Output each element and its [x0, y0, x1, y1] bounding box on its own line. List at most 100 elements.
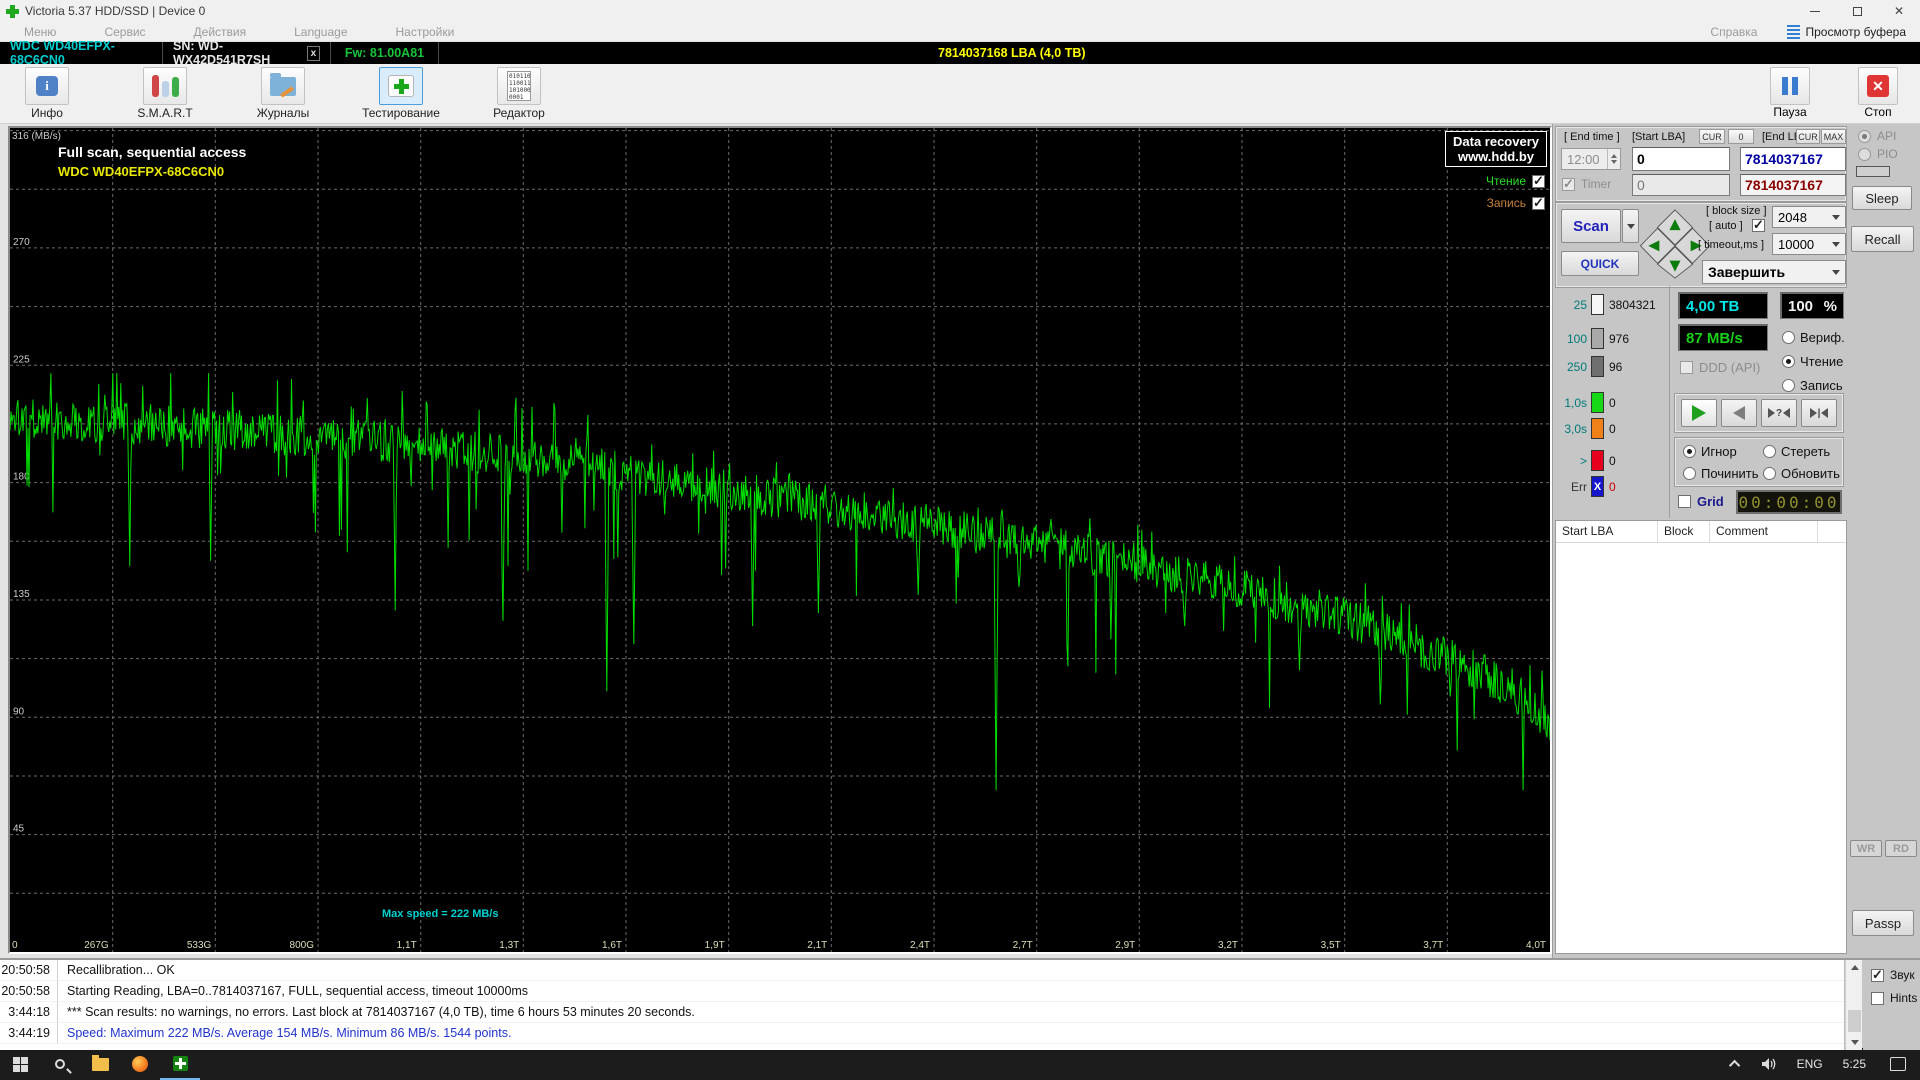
pause-button[interactable]: Пауза — [1762, 64, 1818, 124]
buffer-view-button[interactable]: Просмотр буфера — [1787, 25, 1920, 39]
scan-dropdown-button[interactable] — [1622, 209, 1639, 243]
toolbar-testing-button[interactable]: Тестирование — [362, 64, 440, 120]
wr-button[interactable]: WR — [1850, 840, 1882, 857]
seek-error-button[interactable]: ? — [1761, 399, 1797, 427]
maximize-button[interactable] — [1836, 0, 1878, 22]
auto-checkbox[interactable] — [1752, 219, 1765, 232]
api-option[interactable]: API — [1858, 129, 1896, 143]
scroll-up-icon[interactable] — [1846, 960, 1863, 975]
timer-checkbox[interactable] — [1562, 178, 1575, 191]
taskbar-search-button[interactable] — [40, 1048, 80, 1080]
start-lba-input[interactable]: 0 — [1632, 147, 1730, 171]
end-max-button[interactable]: MAX — [1821, 129, 1846, 144]
device-serial: SN: WD-WX42D541R7SH — [173, 39, 299, 67]
end-lba-input2[interactable]: 7814037167 — [1740, 174, 1846, 196]
pio-radio[interactable] — [1858, 148, 1871, 161]
toolbar-smart-button[interactable]: S.M.A.R.T — [126, 64, 204, 120]
hints-checkbox[interactable] — [1871, 992, 1884, 1005]
tray-expand-button[interactable] — [1719, 1048, 1753, 1080]
seek-end-button[interactable]: | — [1801, 399, 1837, 427]
taskbar-firefox-button[interactable] — [120, 1048, 160, 1080]
back-button[interactable] — [1721, 399, 1757, 427]
volume-button[interactable] — [1753, 1048, 1787, 1080]
col-block[interactable]: Block — [1658, 521, 1710, 542]
toolbar-journals-button[interactable]: Журналы — [244, 64, 322, 120]
capacity-lcd: 4,00 TB — [1678, 292, 1768, 319]
log-area[interactable]: 20:50:58 Recallibration... OK 20:50:58 S… — [0, 960, 1845, 1050]
erase-option[interactable]: Стереть — [1763, 444, 1830, 459]
scroll-down-icon[interactable] — [1846, 1035, 1863, 1050]
menu-item-language[interactable]: Language — [270, 25, 371, 39]
repair-radio[interactable] — [1683, 467, 1696, 480]
end-cur-button[interactable]: CUR — [1796, 129, 1820, 144]
spinner-arrows-icon[interactable] — [1607, 149, 1620, 169]
col-comment[interactable]: Comment — [1710, 521, 1818, 542]
close-button[interactable]: ✕ — [1878, 0, 1920, 22]
repair-option[interactable]: Починить — [1683, 466, 1759, 481]
grid-checkbox[interactable] — [1678, 495, 1691, 508]
timer-option[interactable]: Timer — [1562, 177, 1611, 191]
end-lba-input[interactable]: 7814037167 — [1740, 147, 1846, 171]
finish-action-select[interactable]: Завершить — [1702, 260, 1846, 284]
recall-button[interactable]: Recall — [1851, 226, 1914, 252]
taskbar-explorer-button[interactable] — [80, 1048, 120, 1080]
mode-read-option[interactable]: Чтение — [1782, 354, 1843, 369]
menu-item-menu[interactable]: Меню — [0, 25, 80, 39]
taskbar-victoria-button[interactable] — [160, 1048, 200, 1080]
scan-button[interactable]: Scan — [1561, 209, 1621, 243]
block-size-select[interactable]: 2048 — [1772, 206, 1846, 228]
title-bar: Victoria 5.37 HDD/SSD | Device 0 ✕ — [0, 0, 1920, 22]
ddd-checkbox[interactable] — [1680, 361, 1693, 374]
end-time-spinner[interactable]: 12:00 — [1561, 148, 1621, 170]
write-radio[interactable] — [1782, 379, 1795, 392]
col-start-lba[interactable]: Start LBA — [1556, 521, 1658, 542]
refresh-option[interactable]: Обновить — [1763, 466, 1840, 481]
start-lba-input2[interactable]: 0 — [1632, 174, 1730, 196]
rd-button[interactable]: RD — [1885, 840, 1917, 857]
ignore-radio[interactable] — [1683, 445, 1696, 458]
write-checkbox[interactable] — [1532, 197, 1545, 210]
play-button[interactable] — [1681, 399, 1717, 427]
menu-item-actions[interactable]: Действия — [170, 25, 271, 39]
file-explorer-icon — [92, 1058, 109, 1071]
notifications-button[interactable] — [1876, 1048, 1920, 1080]
start-cur-button[interactable]: CUR — [1699, 129, 1725, 144]
mode-verify-option[interactable]: Вериф. — [1782, 330, 1845, 345]
device-close-button[interactable]: x — [307, 46, 320, 61]
log-scrollbar[interactable] — [1845, 960, 1862, 1050]
language-indicator[interactable]: ENG — [1787, 1057, 1833, 1071]
defect-table-header: Start LBA Block Comment — [1556, 521, 1846, 543]
erase-radio[interactable] — [1763, 445, 1776, 458]
quick-button[interactable]: QUICK — [1561, 251, 1639, 276]
menu-item-help[interactable]: Справка — [1680, 25, 1787, 39]
ddd-option[interactable]: DDD (API) — [1680, 360, 1760, 375]
device-model[interactable]: WDC WD40EFPX-68C6CN0 — [0, 42, 163, 64]
mode-write-option[interactable]: Запись — [1782, 378, 1843, 393]
toolbar-info-button[interactable]: i Инфо — [8, 64, 86, 120]
sound-checkbox[interactable] — [1871, 969, 1884, 982]
hints-option[interactable]: Hints — [1871, 991, 1920, 1005]
passp-button[interactable]: Passp — [1852, 910, 1914, 936]
notification-icon — [1890, 1057, 1906, 1071]
ignore-option[interactable]: Игнор — [1683, 444, 1737, 459]
pio-option[interactable]: PIO — [1858, 147, 1898, 161]
start-button[interactable] — [0, 1048, 40, 1080]
menu-item-settings[interactable]: Настройки — [372, 25, 479, 39]
refresh-radio[interactable] — [1763, 467, 1776, 480]
minimize-button[interactable] — [1794, 0, 1836, 22]
victoria-app-window: Victoria 5.37 HDD/SSD | Device 0 ✕ Меню … — [0, 0, 1920, 1080]
start-zero-button[interactable]: 0 — [1728, 129, 1754, 144]
toolbar-editor-button[interactable]: 010110 110011 101000 0001 Редактор — [480, 64, 558, 120]
verify-radio[interactable] — [1782, 331, 1795, 344]
clock[interactable]: 5:25 — [1833, 1057, 1876, 1071]
grid-option[interactable]: Grid — [1678, 494, 1724, 509]
sleep-button[interactable]: Sleep — [1852, 186, 1912, 210]
menu-item-service[interactable]: Сервис — [80, 25, 169, 39]
read-checkbox[interactable] — [1532, 175, 1545, 188]
read-radio[interactable] — [1782, 355, 1795, 368]
api-radio[interactable] — [1858, 130, 1871, 143]
scroll-thumb[interactable] — [1848, 1010, 1861, 1032]
stop-button[interactable]: ✕ Стоп — [1850, 64, 1906, 124]
sound-option[interactable]: Звук — [1871, 968, 1920, 982]
timeout-select[interactable]: 10000 — [1772, 233, 1846, 255]
